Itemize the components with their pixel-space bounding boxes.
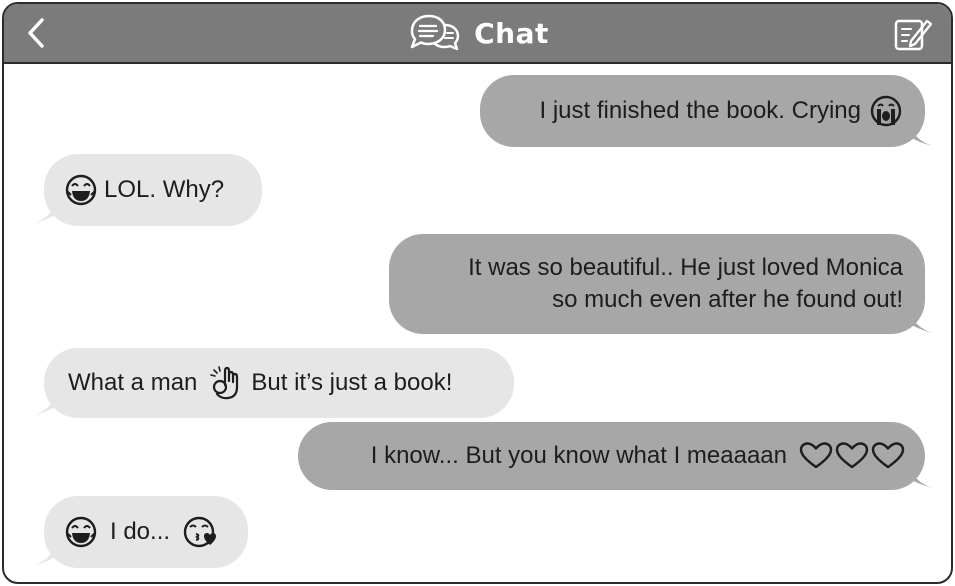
message-bubble-outgoing[interactable]: I just finished the book. Crying <box>480 75 925 147</box>
bubble-tail <box>909 122 933 146</box>
crying-face-icon <box>870 95 902 127</box>
message-bubble-incoming[interactable]: What a man But it’s just a book! <box>44 348 514 418</box>
message-bubble-outgoing[interactable]: I know... But you know what I meaaaan <box>298 422 925 490</box>
message-text-before: What a man <box>68 369 198 396</box>
message-text-after: But it’s just a book! <box>251 369 453 396</box>
bubble-tail <box>32 542 56 566</box>
message-bubble-incoming[interactable]: I do... <box>44 496 248 568</box>
header-title-group: Chat <box>4 4 951 62</box>
message-text: I know... But you know what I meaaaan <box>370 442 787 469</box>
message-text: I just finished the book. Crying <box>539 97 861 124</box>
message-text-line1: It was so beautiful.. He just loved Moni… <box>468 254 903 281</box>
message-bubble-outgoing[interactable]: It was so beautiful.. He just loved Moni… <box>389 234 925 334</box>
bubble-tail <box>32 392 56 416</box>
chat-header: Chat <box>4 4 951 64</box>
chat-window: Chat I just finished the book. Crying LO… <box>2 2 953 584</box>
kissing-face-icon <box>183 516 217 548</box>
laughing-face-icon <box>65 516 97 548</box>
three-hearts-icon <box>799 442 905 469</box>
bubble-tail <box>32 200 56 224</box>
message-text: LOL. Why? <box>104 176 225 203</box>
bubble-tail <box>909 464 933 488</box>
laughing-face-icon <box>65 174 97 206</box>
chat-bubbles-icon <box>410 14 460 51</box>
ok-hand-icon <box>210 366 239 400</box>
message-bubble-incoming[interactable]: LOL. Why? <box>44 154 262 226</box>
message-text: I do... <box>110 518 171 545</box>
message-text-line2: so much even after he found out! <box>552 286 903 313</box>
page-title: Chat <box>474 16 549 50</box>
bubble-tail <box>909 309 933 333</box>
compose-icon[interactable] <box>893 16 933 52</box>
